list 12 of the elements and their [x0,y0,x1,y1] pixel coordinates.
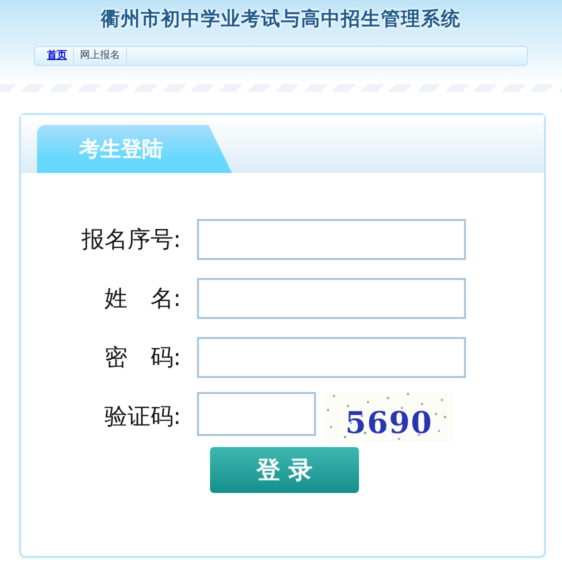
field-label: 报名序号: [80,226,182,255]
nav-link[interactable]: 网上报名 [74,49,127,63]
field-label: 密 码: [103,344,182,373]
input-field[interactable] [197,219,466,260]
captcha-field[interactable] [197,392,316,436]
field-label: 姓 名: [103,285,182,314]
site-title: 衢州市初中学业考试与高中招生管理系统 [101,7,461,32]
captcha-image[interactable]: 5690 [324,392,454,442]
input-field[interactable] [197,278,466,319]
field-label: 验证码: [103,403,182,432]
input-field[interactable] [197,337,466,378]
nav-link[interactable]: 首页 [41,49,74,63]
